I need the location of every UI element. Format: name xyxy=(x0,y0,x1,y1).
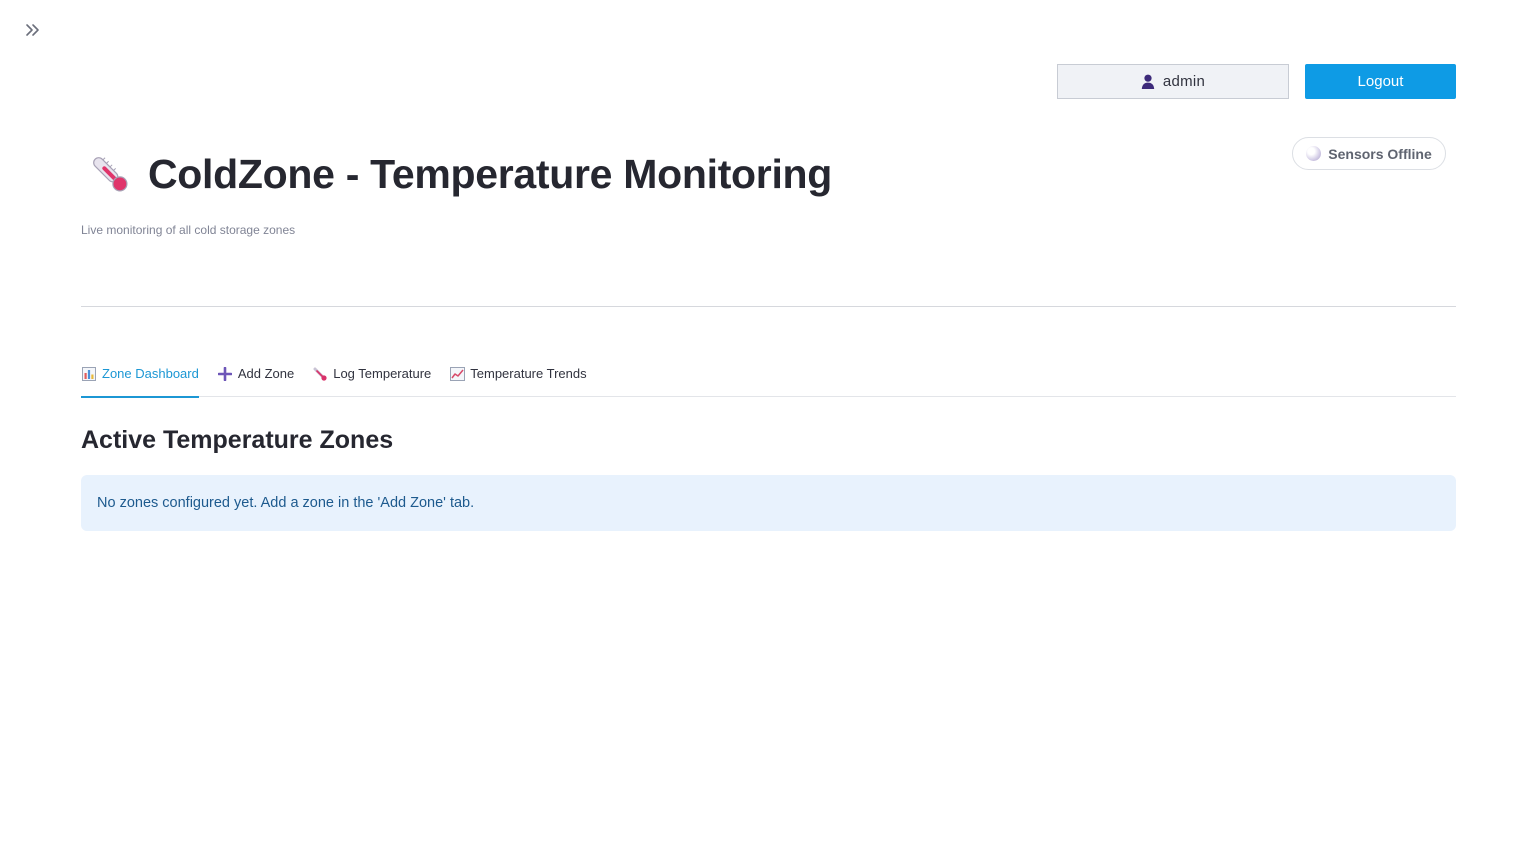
expand-sidebar-button[interactable] xyxy=(22,20,44,40)
tab-log-temperature[interactable]: Log Temperature xyxy=(312,360,431,397)
tab-add-zone[interactable]: Add Zone xyxy=(217,360,294,397)
info-alert: No zones configured yet. Add a zone in t… xyxy=(81,475,1456,531)
page-subtitle: Live monitoring of all cold storage zone… xyxy=(81,223,296,237)
tab-label: Zone Dashboard xyxy=(102,366,199,381)
chevrons-right-icon xyxy=(26,24,39,36)
sensor-status-label: Sensors Offline xyxy=(1328,145,1432,162)
tab-zone-dashboard[interactable]: Zone Dashboard xyxy=(81,360,199,398)
thermometer-icon xyxy=(312,366,328,382)
page-title: ColdZone - Temperature Monitoring xyxy=(148,150,833,197)
tab-label: Add Zone xyxy=(237,366,295,381)
user-display: admin xyxy=(1057,64,1289,99)
bar-chart-icon xyxy=(81,366,97,382)
logout-button[interactable]: Logout xyxy=(1305,64,1456,99)
username: admin xyxy=(1162,73,1206,90)
header-divider xyxy=(81,306,1456,307)
tab-bar: Zone Dashboard Add Zone Log Temperature … xyxy=(81,360,1456,398)
trend-chart-icon xyxy=(449,366,465,382)
tab-label: Temperature Trends xyxy=(470,366,587,381)
section-heading: Active Temperature Zones xyxy=(81,426,394,454)
moon-icon xyxy=(1306,146,1322,161)
page-header: ColdZone - Temperature Monitoring xyxy=(86,150,832,198)
tab-temperature-trends[interactable]: Temperature Trends xyxy=(449,360,587,397)
sensor-status-badge: Sensors Offline xyxy=(1292,137,1446,170)
thermometer-icon xyxy=(93,157,128,192)
plus-icon xyxy=(217,366,233,382)
user-icon xyxy=(1141,74,1155,89)
info-message: No zones configured yet. Add a zone in t… xyxy=(97,495,475,511)
tab-label: Log Temperature xyxy=(333,366,432,381)
